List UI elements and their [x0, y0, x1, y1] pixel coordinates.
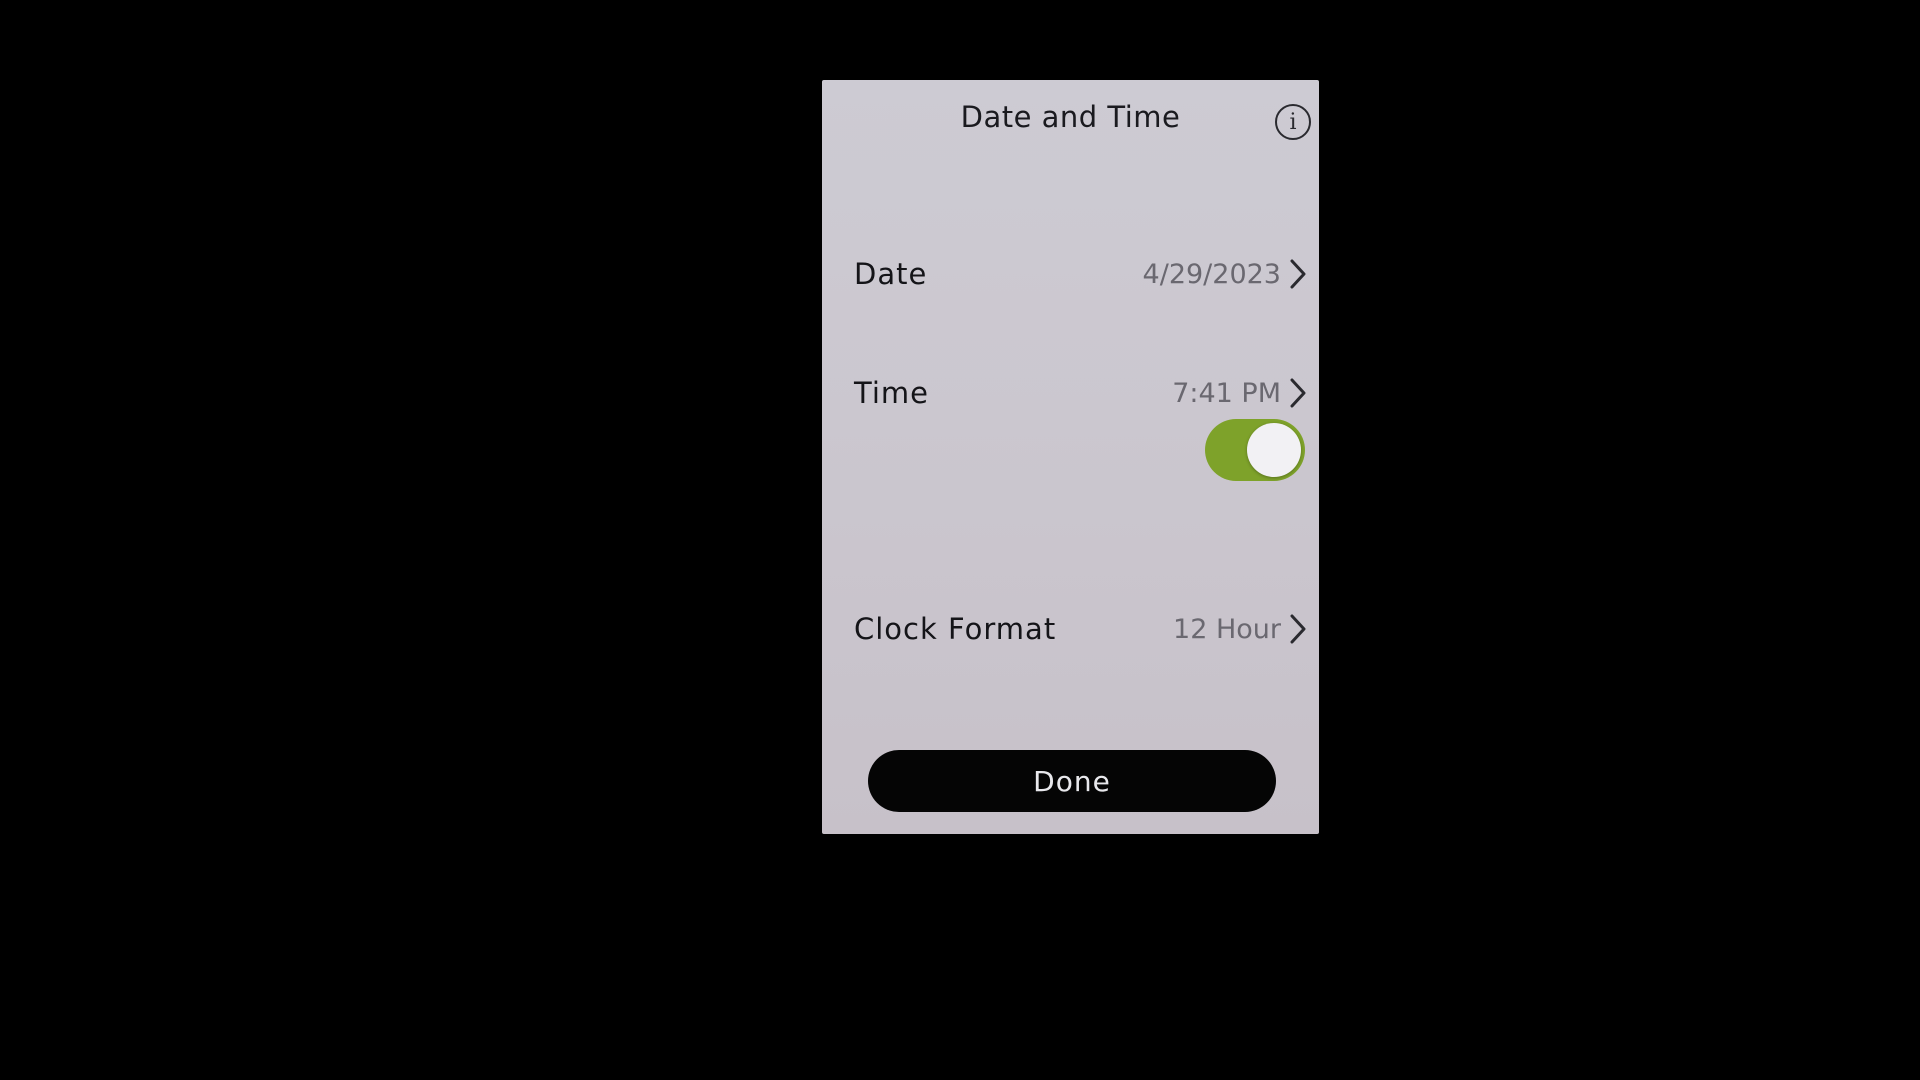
- date-time-screen: Date and Time i Date 4/29/2023 Time 7:41…: [822, 80, 1319, 834]
- time-label: Time: [854, 376, 929, 410]
- time-value: 7:41 PM: [1172, 377, 1281, 409]
- toggle-knob: [1247, 423, 1301, 477]
- auto-time-toggle[interactable]: [1205, 419, 1305, 481]
- page-title: Date and Time: [960, 100, 1181, 134]
- chevron-right-icon: [1290, 614, 1306, 644]
- time-row[interactable]: Time 7:41 PM: [854, 363, 1309, 423]
- date-value: 4/29/2023: [1142, 258, 1281, 290]
- date-row[interactable]: Date 4/29/2023: [854, 244, 1309, 304]
- info-icon: i: [1289, 110, 1297, 135]
- date-label: Date: [854, 257, 928, 291]
- chevron-right-icon: [1290, 378, 1306, 408]
- clock-format-row[interactable]: Clock Format 12 Hour: [854, 599, 1309, 659]
- clock-format-label: Clock Format: [854, 612, 1057, 646]
- done-button[interactable]: Done: [868, 750, 1276, 812]
- info-button[interactable]: i: [1275, 104, 1311, 140]
- clock-format-value: 12 Hour: [1173, 613, 1281, 645]
- chevron-right-icon: [1290, 259, 1306, 289]
